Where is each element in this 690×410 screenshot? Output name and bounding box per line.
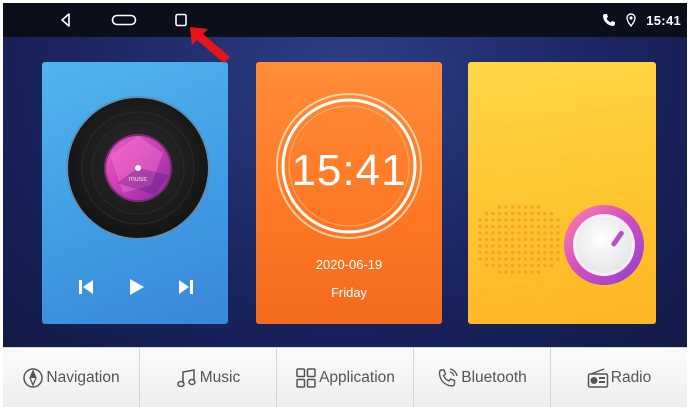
recent-apps-square-icon[interactable] <box>173 12 189 28</box>
location-pin-icon <box>626 13 636 27</box>
back-triangle-icon[interactable] <box>58 12 74 28</box>
compass-icon <box>23 367 44 388</box>
home-main-area: music 15:41 2020-06-19 Friday <box>3 37 687 347</box>
clock-date: 2020-06-19 <box>315 257 383 272</box>
home-pill-icon[interactable] <box>111 12 137 28</box>
speaker-grille-icon <box>478 205 560 274</box>
bottom-dock: Navigation Music Application Bluetooth R… <box>3 347 687 407</box>
dock-item-radio[interactable]: Radio <box>551 348 687 407</box>
red-arrow-icon <box>190 27 230 63</box>
music-note-icon <box>177 368 196 387</box>
dock-label-bluetooth: Bluetooth <box>461 368 527 386</box>
disc-label: music <box>129 176 148 183</box>
app-grid-icon <box>296 367 316 388</box>
vinyl-disc-icon: music <box>66 96 210 240</box>
clock-card[interactable]: 15:41 2020-06-19 Friday <box>256 62 442 324</box>
music-card[interactable]: music <box>42 62 228 324</box>
previous-icon[interactable] <box>76 277 96 297</box>
dock-item-bluetooth[interactable]: Bluetooth <box>414 348 551 407</box>
next-icon[interactable] <box>176 277 196 297</box>
dock-item-application[interactable]: Application <box>277 348 414 407</box>
dock-label-application: Application <box>319 368 395 386</box>
volume-knob-icon <box>564 205 644 285</box>
bluetooth-phone-icon <box>439 367 458 387</box>
radio-card[interactable] <box>468 62 656 324</box>
screen-frame: 15:41 music 15:41 2020-06-19 Friday Navi… <box>3 3 687 407</box>
clock-time: 15:41 <box>291 146 407 195</box>
dock-label-music: Music <box>199 368 241 386</box>
dock-label-navigation: Navigation <box>46 368 120 386</box>
status-indicators: 15:41 <box>602 12 681 28</box>
dock-item-music[interactable]: Music <box>140 348 277 407</box>
clock-day: Friday <box>330 285 368 300</box>
radio-icon <box>587 367 608 388</box>
dock-label-radio: Radio <box>610 368 652 386</box>
phone-icon <box>603 14 616 26</box>
play-icon[interactable] <box>126 277 146 297</box>
status-bar: 15:41 <box>3 3 687 37</box>
status-time: 15:41 <box>646 12 681 28</box>
dock-item-navigation[interactable]: Navigation <box>3 348 140 407</box>
